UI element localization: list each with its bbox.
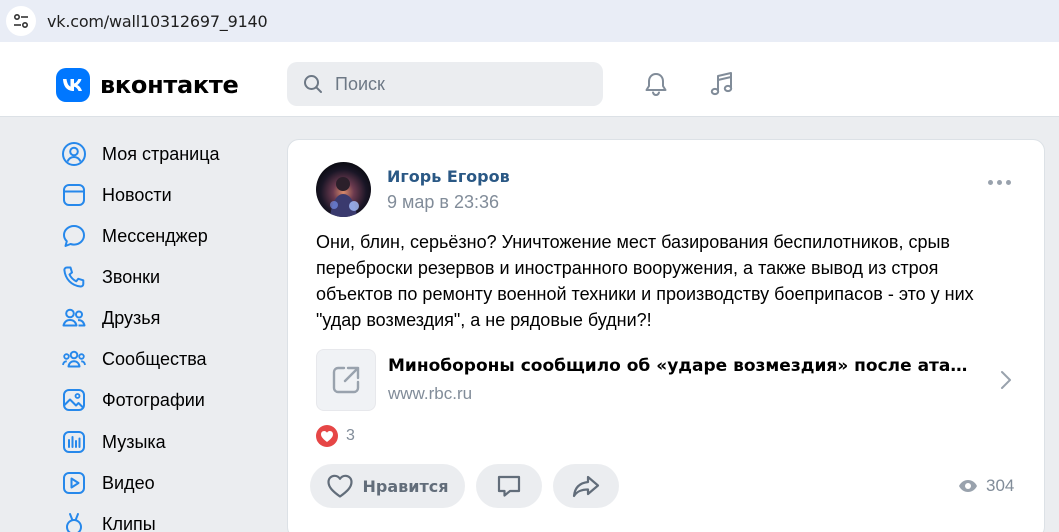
heart-icon bbox=[327, 474, 354, 498]
sidebar-item-music[interactable]: Музыка bbox=[60, 425, 166, 459]
wall-post: Игорь Егоров 9 мар в 23:36 Они, блин, се… bbox=[287, 139, 1045, 532]
sidebar-item-label: Новости bbox=[102, 184, 172, 205]
post-author[interactable]: Игорь Егоров bbox=[387, 167, 510, 186]
sidebar-item-friends[interactable]: Друзья bbox=[60, 301, 160, 335]
sidebar-item-my-page[interactable]: Моя страница bbox=[60, 137, 220, 171]
post-text: Они, блин, серьёзно? Уничтожение мест ба… bbox=[316, 232, 974, 330]
views-counter: 304 bbox=[958, 476, 1014, 496]
url-text[interactable]: vk.com/wall10312697_9140 bbox=[47, 12, 268, 31]
site-settings-icon[interactable] bbox=[6, 6, 36, 36]
vk-logo-icon bbox=[56, 68, 90, 102]
like-label: Нравится bbox=[362, 476, 449, 496]
heart-reaction-icon bbox=[316, 425, 338, 447]
bell-icon[interactable] bbox=[640, 68, 672, 100]
author-avatar[interactable] bbox=[316, 162, 371, 217]
clips-icon bbox=[60, 510, 88, 532]
sidebar-item-label: Моя страница bbox=[102, 143, 220, 164]
more-options-icon[interactable] bbox=[988, 180, 1011, 185]
sidebar-item-calls[interactable]: Звонки bbox=[60, 260, 160, 294]
comment-icon bbox=[497, 475, 521, 497]
reactions-count: 3 bbox=[346, 427, 355, 444]
search-box[interactable] bbox=[287, 62, 603, 106]
phone-icon bbox=[60, 263, 88, 291]
search-input[interactable] bbox=[335, 73, 585, 95]
link-attachment[interactable]: Минобороны сообщило об «ударе возмездия»… bbox=[316, 349, 1026, 411]
sidebar-item-label: Фотографии bbox=[102, 389, 205, 410]
sidebar-item-label: Сообщества bbox=[102, 348, 207, 369]
sidebar-item-label: Звонки bbox=[102, 266, 161, 287]
sidebar-item-label: Видео bbox=[102, 472, 155, 493]
like-button[interactable]: Нравится bbox=[310, 464, 465, 508]
logo-wordmark: вконтакте bbox=[100, 71, 239, 99]
sidebar-item-messenger[interactable]: Мессенджер bbox=[60, 219, 208, 253]
sidebar-item-clips[interactable]: Клипы bbox=[60, 507, 156, 532]
browser-address-bar: vk.com/wall10312697_9140 bbox=[0, 0, 1059, 42]
sidebar-item-label: Музыка bbox=[102, 431, 166, 452]
link-domain: www.rbc.ru bbox=[388, 384, 473, 403]
share-button[interactable] bbox=[553, 464, 619, 508]
search-icon bbox=[304, 75, 322, 93]
user-circle-icon bbox=[60, 140, 88, 168]
sidebar-item-photos[interactable]: Фотографии bbox=[60, 383, 205, 417]
chevron-right-icon bbox=[1001, 371, 1011, 389]
music-bars-icon bbox=[60, 428, 88, 456]
sidebar-item-label: Друзья bbox=[102, 307, 161, 328]
message-icon bbox=[60, 222, 88, 250]
share-arrow-icon bbox=[572, 475, 600, 498]
comment-button[interactable] bbox=[476, 464, 542, 508]
reactions-summary[interactable]: 3 bbox=[316, 425, 355, 447]
newsfeed-icon bbox=[60, 181, 88, 209]
vk-logo[interactable]: вконтакте bbox=[56, 68, 239, 102]
users-icon bbox=[60, 304, 88, 332]
link-title[interactable]: Минобороны сообщило об «ударе возмездия»… bbox=[388, 356, 978, 376]
eye-icon bbox=[959, 480, 977, 492]
post-date[interactable]: 9 мар в 23:36 bbox=[387, 192, 499, 213]
sidebar-item-label: Клипы bbox=[102, 513, 156, 532]
views-count: 304 bbox=[986, 476, 1015, 495]
sidebar-item-label: Мессенджер bbox=[102, 225, 208, 246]
sidebar-item-video[interactable]: Видео bbox=[60, 466, 155, 500]
external-link-icon bbox=[316, 349, 376, 411]
vk-header: вконтакте bbox=[0, 42, 1059, 117]
photo-icon bbox=[60, 386, 88, 414]
communities-icon bbox=[60, 345, 88, 373]
sidebar-item-communities[interactable]: Сообщества bbox=[60, 342, 207, 376]
sidebar-item-news[interactable]: Новости bbox=[60, 178, 172, 212]
video-icon bbox=[60, 469, 88, 497]
music-note-icon[interactable] bbox=[706, 68, 738, 100]
